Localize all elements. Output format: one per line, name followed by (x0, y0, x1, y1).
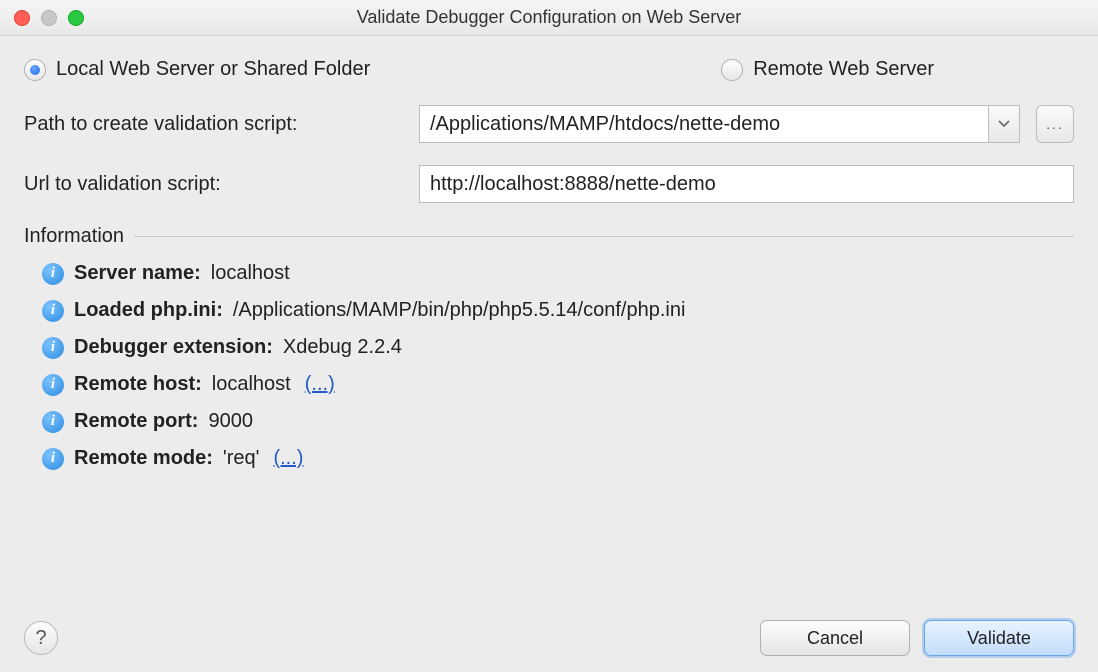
info-row-server-name: i Server name: localhost (42, 262, 1074, 285)
radio-local-web-server[interactable]: Local Web Server or Shared Folder (24, 58, 370, 81)
info-value: Xdebug 2.2.4 (283, 336, 402, 359)
divider (134, 236, 1074, 237)
info-row-remote-host: i Remote host: localhost (...) (42, 373, 1074, 396)
path-label: Path to create validation script: (24, 113, 409, 136)
info-value: localhost (212, 373, 291, 396)
chevron-down-icon (998, 120, 1010, 128)
info-row-debugger-extension: i Debugger extension: Xdebug 2.2.4 (42, 336, 1074, 359)
url-label: Url to validation script: (24, 173, 409, 196)
window-title: Validate Debugger Configuration on Web S… (0, 7, 1098, 28)
remote-host-details-link[interactable]: (...) (305, 373, 335, 396)
info-row-loaded-php-ini: i Loaded php.ini: /Applications/MAMP/bin… (42, 299, 1074, 322)
maximize-window-button[interactable] (68, 10, 84, 26)
minimize-window-button[interactable] (41, 10, 57, 26)
info-value: /Applications/MAMP/bin/php/php5.5.14/con… (233, 299, 686, 322)
browse-path-button[interactable]: ... (1036, 105, 1074, 143)
info-value: 9000 (208, 410, 253, 433)
radio-local-label: Local Web Server or Shared Folder (56, 58, 370, 81)
info-icon: i (42, 337, 64, 359)
info-icon: i (42, 411, 64, 433)
url-input[interactable] (419, 165, 1074, 203)
help-button[interactable]: ? (24, 621, 58, 655)
information-section-title: Information (24, 225, 124, 248)
path-input[interactable] (419, 105, 988, 143)
cancel-button[interactable]: Cancel (760, 620, 910, 656)
info-icon: i (42, 448, 64, 470)
info-icon: i (42, 374, 64, 396)
validate-button[interactable]: Validate (924, 620, 1074, 656)
info-icon: i (42, 263, 64, 285)
path-dropdown-arrow[interactable] (988, 105, 1020, 143)
traffic-lights (0, 10, 84, 26)
information-list: i Server name: localhost i Loaded php.in… (24, 262, 1074, 470)
radio-icon (24, 59, 46, 81)
radio-icon (721, 59, 743, 81)
info-row-remote-port: i Remote port: 9000 (42, 410, 1074, 433)
info-value: localhost (211, 262, 290, 285)
close-window-button[interactable] (14, 10, 30, 26)
radio-remote-web-server[interactable]: Remote Web Server (721, 58, 934, 81)
radio-remote-label: Remote Web Server (753, 58, 934, 81)
info-value: 'req' (223, 447, 260, 470)
info-row-remote-mode: i Remote mode: 'req' (...) (42, 447, 1074, 470)
info-icon: i (42, 300, 64, 322)
remote-mode-details-link[interactable]: (...) (273, 447, 303, 470)
titlebar: Validate Debugger Configuration on Web S… (0, 0, 1098, 36)
